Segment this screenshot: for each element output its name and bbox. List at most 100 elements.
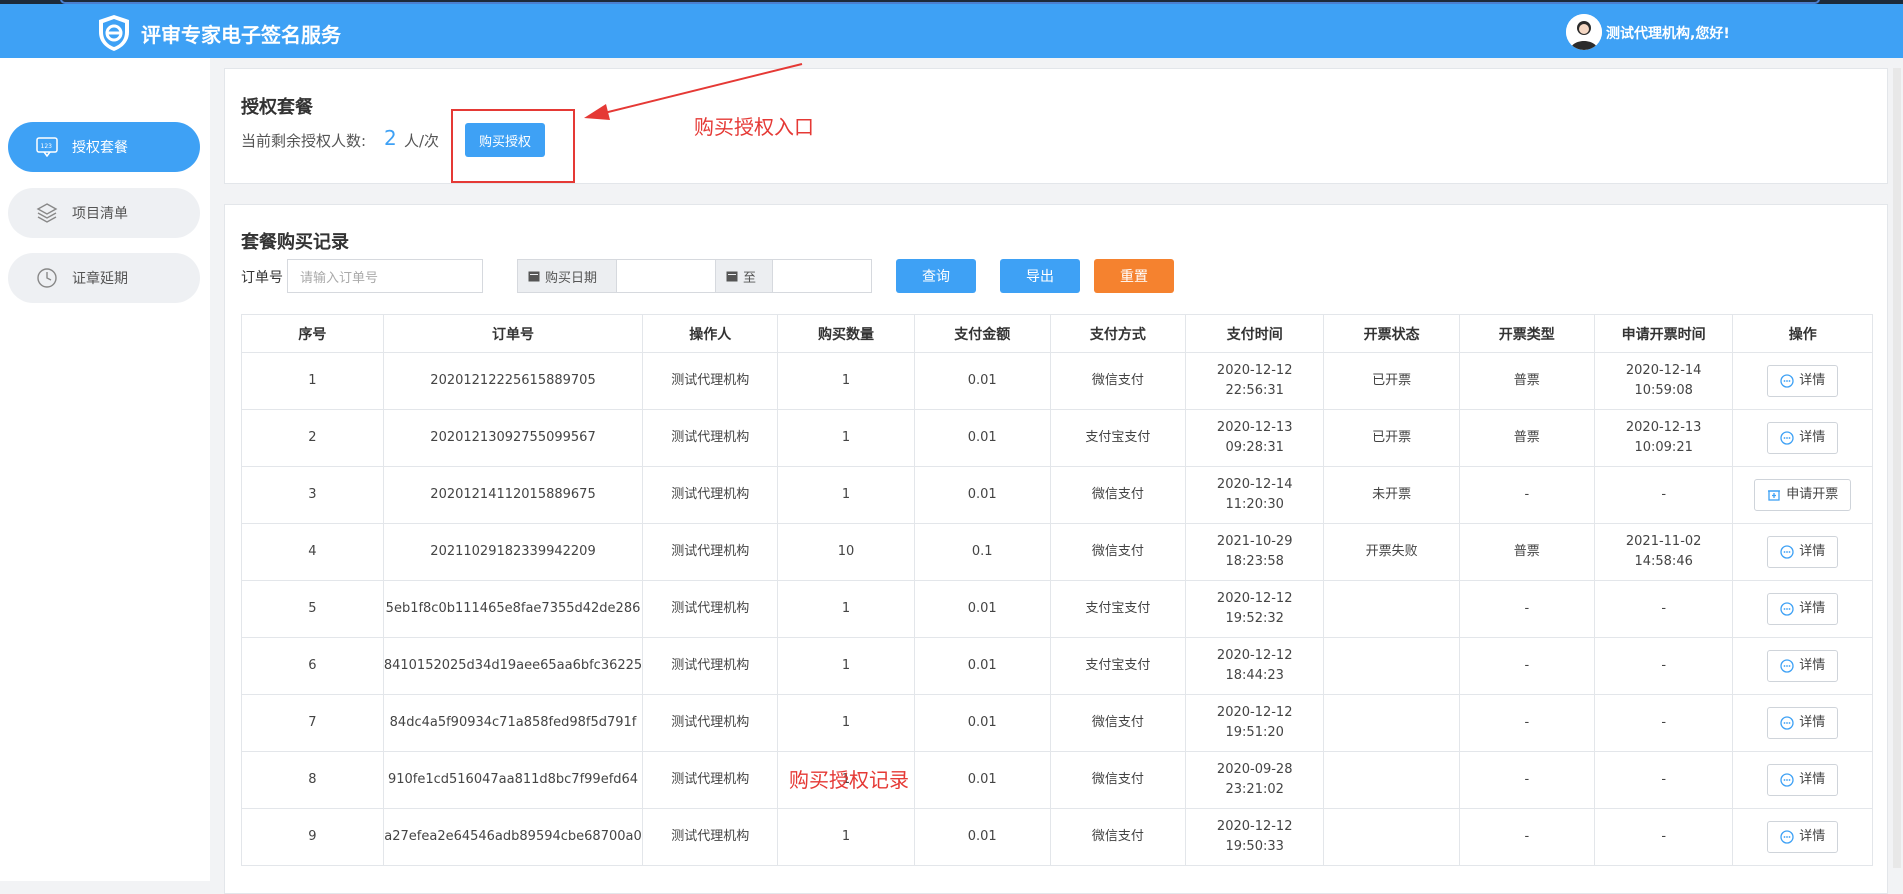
col-header: 申请开票时间 [1593, 314, 1734, 353]
col-header: 开票类型 [1458, 314, 1595, 353]
table-row: 5 5eb1f8c0b111465e8fae7355d42de286 测试代理机构 1… [241, 580, 1873, 638]
cell-amount: 0.01 [913, 409, 1051, 467]
cell-amount: 0.01 [913, 466, 1051, 524]
page-scrollbar[interactable] [1893, 68, 1901, 868]
sidebar-item-auth-package[interactable]: 123 授权套餐 [8, 122, 200, 172]
buy-authorization-button[interactable]: 购买授权 [465, 123, 545, 157]
cell-apply-time-time: 10:59:08 [1634, 383, 1693, 398]
cell-pay-time: 2020-12-13 09:28:31 [1184, 409, 1325, 467]
cell-invoice-type: - [1458, 466, 1595, 524]
cell-quantity: 1 [777, 637, 915, 695]
cell-order-no: 5eb1f8c0b111465e8fae7355d42de286 [382, 580, 644, 638]
cell-action: 详情 [1732, 751, 1873, 809]
records-title: 套餐购买记录 [241, 232, 349, 253]
cell-apply-time: - [1593, 694, 1734, 752]
cell-amount: 0.01 [913, 694, 1051, 752]
action-label: 申请开票 [1786, 487, 1839, 502]
cell-invoice-type: - [1458, 751, 1595, 809]
avatar-icon [1566, 14, 1602, 50]
cell-pay-time-time: 18:44:23 [1225, 668, 1284, 683]
date-end-input[interactable] [772, 259, 872, 293]
cell-pay-time-time: 22:56:31 [1225, 383, 1284, 398]
more-icon [1780, 716, 1794, 730]
app-title: 评审专家电子签名服务 [141, 23, 341, 47]
order-search-input[interactable]: 请输入订单号 [287, 259, 483, 293]
cell-pay-time-time: 23:21:02 [1225, 782, 1284, 797]
cell-invoice-status [1323, 694, 1460, 752]
cell-no: 7 [241, 694, 384, 752]
cell-apply-time-time: 14:58:46 [1634, 554, 1693, 569]
remain-label: 当前剩余授权人数: [241, 132, 367, 150]
action-label: 详情 [1799, 430, 1826, 445]
action-label: 详情 [1799, 829, 1826, 844]
detail-button[interactable]: 详情 [1767, 593, 1839, 625]
cell-pay-method: 支付宝支付 [1049, 580, 1186, 638]
detail-button[interactable]: 详情 [1767, 707, 1839, 739]
detail-button[interactable]: 详情 [1767, 365, 1839, 397]
cell-apply-time: 2020-12-14 10:59:08 [1593, 352, 1734, 410]
cell-pay-time-date: 2020-12-14 [1216, 477, 1293, 492]
table-row: 7 84dc4a5f90934c71a858fed98f5d791f 测试代理机构 1… [241, 694, 1873, 752]
svg-text:123: 123 [41, 143, 53, 150]
detail-button[interactable]: 详情 [1767, 650, 1839, 682]
cell-apply-time: - [1593, 808, 1734, 866]
query-button[interactable]: 查询 [896, 259, 976, 293]
remain-count: 2 [384, 126, 397, 150]
cell-invoice-type: 普票 [1458, 523, 1595, 581]
cell-invoice-type: - [1458, 580, 1595, 638]
cell-pay-time-date: 2020-12-12 [1216, 363, 1293, 378]
cell-apply-time: - [1593, 751, 1734, 809]
user-avatar[interactable] [1566, 14, 1602, 50]
calendar-icon [528, 271, 540, 282]
cell-no: 3 [241, 466, 384, 524]
cell-apply-time-date: - [1661, 487, 1667, 502]
cell-pay-time-date: 2020-09-28 [1216, 762, 1293, 777]
reset-button[interactable]: 重置 [1094, 259, 1174, 293]
cell-pay-time-date: 2021-10-29 [1216, 534, 1293, 549]
cell-invoice-status: 开票失败 [1323, 523, 1460, 581]
cell-pay-method: 微信支付 [1049, 808, 1186, 866]
cell-apply-time-date: - [1661, 658, 1667, 673]
cell-pay-time: 2020-12-12 19:50:33 [1184, 808, 1325, 866]
detail-button[interactable]: 详情 [1767, 422, 1839, 454]
cell-amount: 0.01 [913, 352, 1051, 410]
date-to-addon: 至 [715, 259, 773, 293]
auth-package-title: 授权套餐 [241, 97, 313, 118]
cell-amount: 0.01 [913, 808, 1051, 866]
table-header-row: 序号 订单号 操作人 购买数量 支付金额 支付方式 支付时间 开票状态 开票类型… [241, 314, 1873, 353]
cell-apply-time-date: - [1661, 601, 1667, 616]
cell-invoice-status [1323, 637, 1460, 695]
sidebar-item-project-list[interactable]: 项目清单 [8, 188, 200, 238]
cell-operator: 测试代理机构 [642, 466, 779, 524]
apply-invoice-button[interactable]: 申请开票 [1754, 479, 1852, 511]
more-icon [1780, 374, 1794, 388]
cell-pay-time-time: 11:20:30 [1225, 497, 1284, 512]
package-icon: 123 [36, 136, 58, 158]
top-header: 评审专家电子签名服务 测试代理机构,您好! [0, 0, 1903, 58]
table-row: 8 910fe1cd516047aa811d8bc7f99efd64 测试代理机构 1… [241, 751, 1873, 809]
user-greeting[interactable]: 测试代理机构,您好! [1606, 23, 1730, 43]
cell-apply-time: 2020-12-13 10:09:21 [1593, 409, 1734, 467]
cell-amount: 0.01 [913, 580, 1051, 638]
col-header: 支付金额 [913, 314, 1051, 353]
detail-button[interactable]: 详情 [1767, 536, 1839, 568]
shield-logo-icon [99, 15, 129, 51]
cell-quantity: 1 [777, 352, 915, 410]
table-row: 6 8410152025d34d19aee65aa6bfc36225 测试代理机构 1… [241, 637, 1873, 695]
cell-pay-time: 2020-09-28 23:21:02 [1184, 751, 1325, 809]
cell-invoice-type: - [1458, 694, 1595, 752]
sidebar-item-seal-extension[interactable]: 证章延期 [8, 253, 200, 303]
detail-button[interactable]: 详情 [1767, 821, 1839, 853]
cell-invoice-status [1323, 580, 1460, 638]
sidebar-item-label: 授权套餐 [72, 140, 128, 156]
sidebar: 123 授权套餐 项目清单 证章延期 [0, 58, 210, 881]
date-start-input[interactable] [616, 259, 716, 293]
detail-button[interactable]: 详情 [1767, 764, 1839, 796]
annotation-buy-entry: 购买授权入口 [694, 115, 814, 139]
action-label: 详情 [1799, 373, 1826, 388]
browser-edge [0, 0, 1903, 4]
cell-pay-time-time: 19:52:32 [1225, 611, 1284, 626]
cell-no: 1 [241, 352, 384, 410]
export-button[interactable]: 导出 [1000, 259, 1080, 293]
cell-operator: 测试代理机构 [642, 523, 779, 581]
